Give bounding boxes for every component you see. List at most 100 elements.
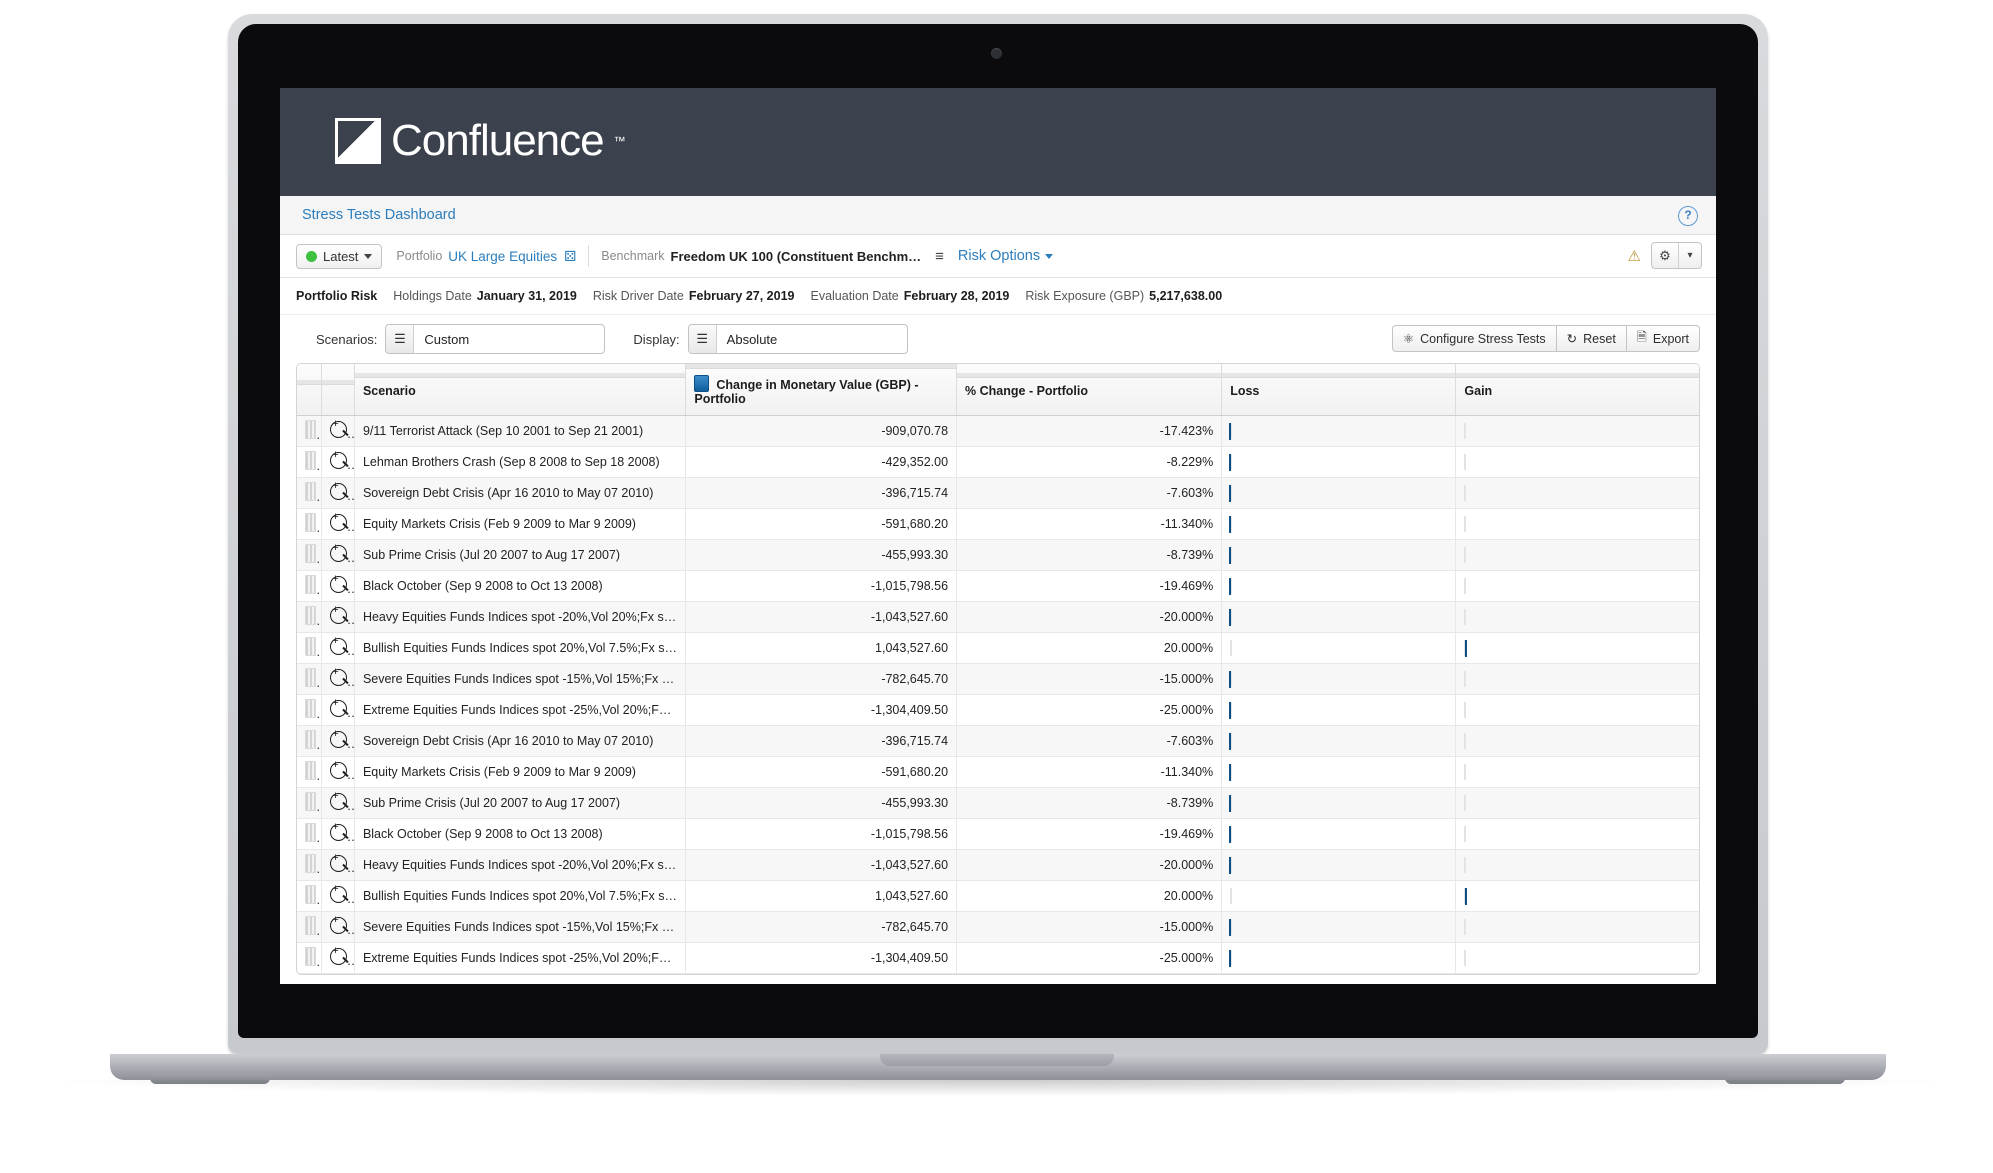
column-header-scenario[interactable]: Scenario xyxy=(354,364,687,416)
row-drag-handle[interactable] xyxy=(297,663,322,695)
row-inspect-button[interactable] xyxy=(321,942,355,974)
cell-loss-bar xyxy=(1221,880,1457,912)
row-drag-handle[interactable] xyxy=(297,508,322,540)
row-drag-handle[interactable] xyxy=(297,725,322,757)
table-row[interactable]: Black October (Sep 9 2008 to Oct 13 2008… xyxy=(297,570,1699,602)
column-header-gain[interactable]: Gain xyxy=(1455,364,1699,416)
column-header-pct-change[interactable]: % Change - Portfolio xyxy=(956,364,1223,416)
settings-split-button[interactable]: ⚙ ▾ xyxy=(1651,242,1702,269)
row-inspect-button[interactable] xyxy=(321,694,355,726)
table-row[interactable]: Equity Markets Crisis (Feb 9 2009 to Mar… xyxy=(297,756,1699,788)
network-nodes-icon[interactable]: ⚄ xyxy=(564,248,576,265)
cell-change-value: -1,015,798.56 xyxy=(685,818,958,850)
cell-change-value: -782,645.70 xyxy=(685,911,958,943)
table-row[interactable]: Severe Equities Funds Indices spot -15%,… xyxy=(297,663,1699,695)
table-row[interactable]: Extreme Equities Funds Indices spot -25%… xyxy=(297,942,1699,974)
laptop-frame: Confluence ™ Stress Tests Dashboard ? La… xyxy=(0,0,1993,1173)
refresh-icon: ↻ xyxy=(1566,332,1578,346)
benchmark-value[interactable]: Freedom UK 100 (Constituent Benchm… xyxy=(671,249,922,264)
table-row[interactable]: Bullish Equities Funds Indices spot 20%,… xyxy=(297,632,1699,664)
row-inspect-button[interactable] xyxy=(321,446,355,478)
cell-scenario: Bullish Equities Funds Indices spot 20%,… xyxy=(354,880,687,912)
risk-options-dropdown[interactable]: Risk Options xyxy=(958,248,1054,264)
document-icon: 🗎 xyxy=(1636,330,1647,344)
cell-loss-bar xyxy=(1221,570,1457,602)
chevron-down-icon[interactable]: ▾ xyxy=(1678,243,1701,268)
table-row[interactable]: Severe Equities Funds Indices spot -15%,… xyxy=(297,911,1699,943)
reset-button[interactable]: ↻ Reset xyxy=(1556,325,1627,352)
brand-logo[interactable]: Confluence ™ xyxy=(335,118,626,164)
row-drag-handle[interactable] xyxy=(297,942,322,974)
breadcrumb[interactable]: Stress Tests Dashboard xyxy=(302,207,456,223)
row-inspect-button[interactable] xyxy=(321,756,355,788)
table-row[interactable]: Extreme Equities Funds Indices spot -25%… xyxy=(297,694,1699,726)
table-row[interactable]: Heavy Equities Funds Indices spot -20%,V… xyxy=(297,849,1699,881)
loss-bar xyxy=(1229,702,1232,719)
risk-exposure-value: 5,217,638.00 xyxy=(1149,289,1223,303)
gear-icon[interactable]: ⚙ xyxy=(1652,243,1678,268)
row-drag-handle[interactable] xyxy=(297,911,322,943)
table-row[interactable]: Heavy Equities Funds Indices spot -20%,V… xyxy=(297,601,1699,633)
cell-gain-bar xyxy=(1455,570,1699,602)
latest-dropdown-button[interactable]: Latest xyxy=(296,243,383,269)
table-row[interactable]: Black October (Sep 9 2008 to Oct 13 2008… xyxy=(297,818,1699,850)
scenarios-select[interactable]: ☰ Custom xyxy=(385,324,606,354)
row-drag-handle[interactable] xyxy=(297,849,322,881)
column-header-change-value[interactable]: Change in Monetary Value (GBP) - Portfol… xyxy=(685,364,958,416)
row-inspect-button[interactable] xyxy=(321,508,355,540)
row-inspect-button[interactable] xyxy=(321,539,355,571)
help-circle-icon[interactable]: ? xyxy=(1678,206,1698,226)
row-inspect-button[interactable] xyxy=(321,663,355,695)
row-drag-handle[interactable] xyxy=(297,415,322,447)
row-inspect-button[interactable] xyxy=(321,570,355,602)
list-icon[interactable]: ☰ xyxy=(688,325,717,353)
row-drag-handle[interactable] xyxy=(297,477,322,509)
table-row[interactable]: Bullish Equities Funds Indices spot 20%,… xyxy=(297,880,1699,912)
row-drag-handle[interactable] xyxy=(297,446,322,478)
table-row[interactable]: Lehman Brothers Crash (Sep 8 2008 to Sep… xyxy=(297,446,1699,478)
table-row[interactable]: Equity Markets Crisis (Feb 9 2009 to Mar… xyxy=(297,508,1699,540)
row-inspect-button[interactable] xyxy=(321,632,355,664)
table-row[interactable]: Sovereign Debt Crisis (Apr 16 2010 to Ma… xyxy=(297,477,1699,509)
row-drag-handle[interactable] xyxy=(297,632,322,664)
display-select[interactable]: ☰ Absolute xyxy=(687,324,908,354)
portfolio-value[interactable]: UK Large Equities xyxy=(448,249,557,264)
table-row[interactable]: Sub Prime Crisis (Jul 20 2007 to Aug 17 … xyxy=(297,787,1699,819)
column-header-loss[interactable]: Loss xyxy=(1221,364,1457,416)
row-inspect-button[interactable] xyxy=(321,880,355,912)
magnifier-plus-icon xyxy=(329,914,347,934)
configure-stress-tests-button[interactable]: ⚛ Configure Stress Tests xyxy=(1391,325,1557,352)
row-inspect-button[interactable] xyxy=(321,787,355,819)
cell-scenario: Severe Equities Funds Indices spot -15%,… xyxy=(354,663,687,695)
toolbar-right-tools: ⚠ ⚙ ▾ xyxy=(1628,242,1702,269)
table-row[interactable]: Sub Prime Crisis (Jul 20 2007 to Aug 17 … xyxy=(297,539,1699,571)
row-inspect-button[interactable] xyxy=(321,477,355,509)
row-inspect-button[interactable] xyxy=(321,415,355,447)
row-drag-handle[interactable] xyxy=(297,570,322,602)
row-inspect-button[interactable] xyxy=(321,849,355,881)
risk-driver-date-value: February 27, 2019 xyxy=(688,289,795,303)
row-drag-handle[interactable] xyxy=(297,818,322,850)
row-drag-handle[interactable] xyxy=(297,539,322,571)
table-row[interactable]: Sovereign Debt Crisis (Apr 16 2010 to Ma… xyxy=(297,725,1699,757)
row-inspect-button[interactable] xyxy=(321,601,355,633)
cell-loss-bar xyxy=(1221,477,1457,509)
loss-track xyxy=(1229,485,1233,502)
row-drag-handle[interactable] xyxy=(297,601,322,633)
cell-scenario: Sub Prime Crisis (Jul 20 2007 to Aug 17 … xyxy=(354,787,687,819)
table-body: 9/11 Terrorist Attack (Sep 10 2001 to Se… xyxy=(297,415,1699,974)
export-button[interactable]: 🗎 Export xyxy=(1626,325,1700,352)
row-drag-handle[interactable] xyxy=(297,880,322,912)
row-inspect-button[interactable] xyxy=(321,911,355,943)
row-drag-handle[interactable] xyxy=(297,694,322,726)
sliders-icon[interactable]: ≡ xyxy=(935,248,944,265)
table-row[interactable]: 9/11 Terrorist Attack (Sep 10 2001 to Se… xyxy=(297,415,1699,447)
row-inspect-button[interactable] xyxy=(321,818,355,850)
loss-track xyxy=(1229,919,1233,936)
row-drag-handle[interactable] xyxy=(297,756,322,788)
list-icon[interactable]: ☰ xyxy=(386,325,415,353)
row-inspect-button[interactable] xyxy=(321,725,355,757)
row-drag-handle[interactable] xyxy=(297,787,322,819)
warning-triangle-icon[interactable]: ⚠ xyxy=(1628,247,1641,265)
cell-pct-change: -20.000% xyxy=(956,849,1223,881)
